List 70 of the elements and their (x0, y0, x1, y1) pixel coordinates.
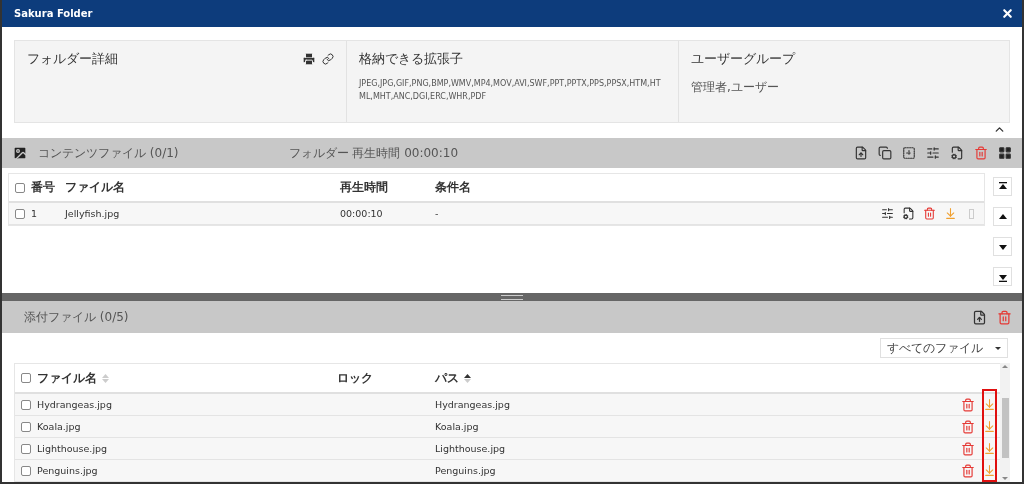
move-top-button[interactable] (993, 177, 1012, 196)
copy-icon[interactable] (878, 146, 892, 160)
sort-ascending-icon[interactable] (464, 373, 471, 383)
trash-icon[interactable] (961, 419, 975, 434)
checkbox[interactable] (21, 465, 31, 476)
file-settings-icon[interactable] (950, 146, 964, 160)
file-upload-icon[interactable] (972, 309, 987, 325)
column-header: 条件名 (435, 179, 472, 196)
move-bottom-button[interactable] (993, 267, 1012, 286)
checkbox[interactable] (21, 443, 31, 454)
close-icon[interactable] (1001, 7, 1014, 20)
table-cell-text: Hydrangeas.jpg (435, 399, 511, 410)
column-header: 再生時間 (340, 179, 389, 196)
link-icon[interactable] (322, 53, 334, 65)
arrow-to-top-icon[interactable] (997, 181, 1008, 192)
table-cell-text: 1 (31, 208, 39, 219)
move-up-button[interactable] (993, 207, 1012, 226)
table-cell-text: Penguins.jpg (37, 465, 99, 476)
checkbox[interactable] (21, 373, 31, 383)
image-icon (12, 145, 28, 161)
download-icon[interactable] (983, 442, 996, 455)
scrollbar[interactable] (1000, 363, 1010, 482)
download-icon[interactable] (983, 420, 996, 433)
panel-title: フォルダー詳細 (27, 50, 118, 68)
trash-icon[interactable] (961, 463, 975, 478)
filter-dropdown[interactable]: すべてのファイル (880, 338, 1008, 358)
file-settings-icon[interactable] (902, 207, 915, 220)
panel-text: JPEG,JPG,GIF,PNG,BMP,WMV,MP4,MOV,AVI,SWF,PPT,PPTX,PPS,PPSX,HTM,HTML,MHT,ANC,DGI,ERC,WHR,PDF (359, 78, 662, 103)
grid-icon[interactable] (998, 146, 1012, 160)
section-title: 添付ファイル (0/5) (24, 308, 129, 326)
column-header: ロック (337, 369, 373, 387)
table-cell-text: - (435, 208, 440, 219)
table-cell-text: Koala.jpg (435, 421, 480, 432)
download-icon[interactable] (983, 464, 996, 477)
grip-icon[interactable] (501, 294, 523, 300)
caret-icon (995, 346, 1001, 350)
add-icon[interactable] (902, 146, 916, 160)
file-upload-icon[interactable] (854, 146, 868, 160)
sliders-icon[interactable] (881, 207, 894, 220)
checkbox[interactable] (21, 421, 31, 432)
trash-icon[interactable] (961, 397, 975, 412)
table-cell-text: Lighthouse.jpg (435, 443, 507, 454)
trash-icon[interactable] (997, 309, 1012, 325)
drag-handle[interactable] (969, 208, 974, 219)
table-cell-text: 00:00:10 (340, 208, 384, 219)
trash-icon[interactable] (923, 207, 936, 220)
move-down-button[interactable] (993, 237, 1012, 256)
checkbox[interactable] (15, 208, 25, 219)
table-cell-text: Penguins.jpg (435, 465, 497, 476)
table-cell-text: Jellyfish.jpg (65, 208, 121, 219)
playback-time: フォルダー 再生時間 00:00:10 (288, 144, 459, 162)
printer-icon[interactable] (302, 52, 316, 66)
download-icon[interactable] (983, 398, 996, 411)
column-header: 番号 (31, 179, 56, 196)
checkbox[interactable] (21, 399, 31, 410)
column-header: パス (435, 369, 459, 387)
table-cell-text: Koala.jpg (37, 421, 82, 432)
column-header: ファイル名 (37, 369, 97, 387)
checkbox[interactable] (15, 182, 25, 193)
panel-text: 管理者,ユーザー (691, 79, 780, 96)
trash-icon[interactable] (974, 146, 988, 160)
column-header: ファイル名 (65, 179, 126, 196)
section-title: コンテンツファイル (0/1) (38, 144, 179, 162)
trash-icon[interactable] (961, 441, 975, 456)
table-cell-text: Lighthouse.jpg (37, 443, 109, 454)
window-title: Sakura Folder (14, 8, 93, 19)
panel-title: 格納できる拡張子 (359, 50, 463, 68)
sliders-icon[interactable] (926, 146, 940, 160)
panel-title: ユーザーグループ (691, 50, 795, 68)
table-cell-text: Hydrangeas.jpg (37, 399, 113, 410)
